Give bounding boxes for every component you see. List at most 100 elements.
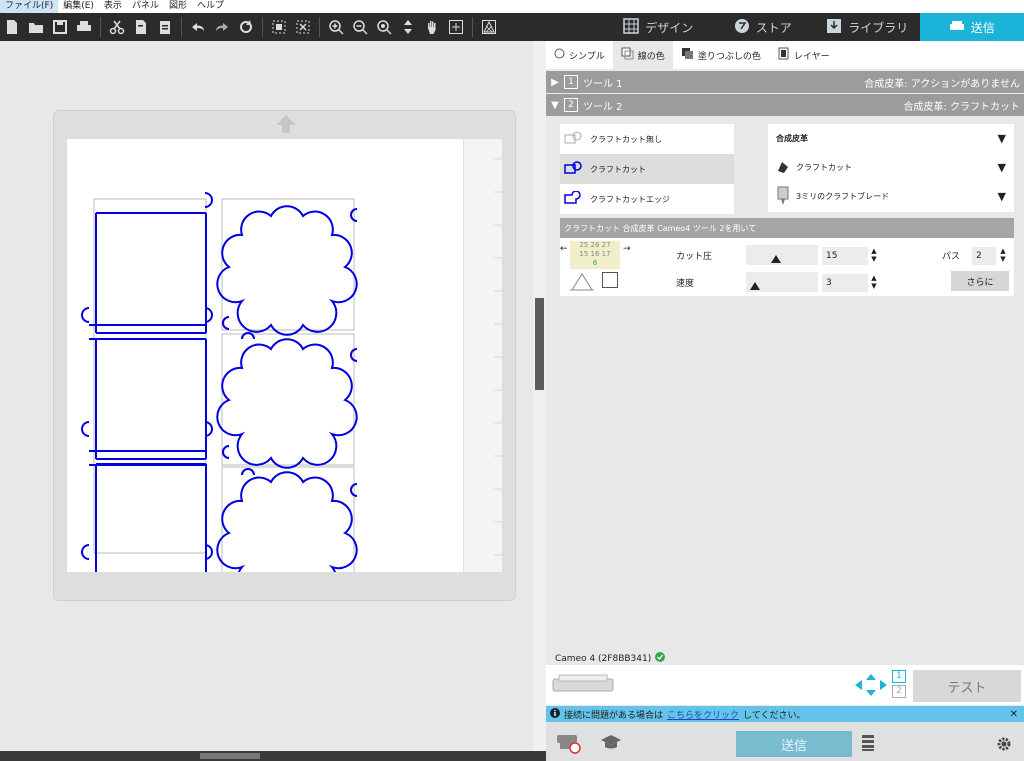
test-button[interactable]: テスト [913,670,1021,702]
force-slider[interactable] [746,245,818,265]
mat-load-arrow-icon [276,115,296,133]
craft-cut-icon [564,161,584,177]
force-value[interactable]: 15 [822,247,868,265]
move-arrows-icon[interactable] [853,673,889,700]
tab-store-label: ストア [755,20,792,35]
horizontal-scrollbar[interactable] [0,751,546,761]
redraw-icon[interactable] [235,16,257,38]
blade-select[interactable]: 3ミリのクラフトブレード ▼ [768,182,1014,211]
tab-layer-label: レイヤー [793,51,830,62]
tab-line-color-label: 線の色 [637,51,665,62]
menu-edit[interactable]: 編集(E) [58,0,99,13]
menu-file[interactable]: ファイル(F) [0,0,59,13]
print-icon[interactable] [73,16,95,38]
menu-bar: ファイル(F) 編集(E) 表示 パネル 図形 ヘルプ [0,0,1024,13]
cut-option-none[interactable]: クラフトカット無し [560,124,734,154]
tab-fill-color[interactable]: 塗りつぶしの色 [673,41,769,69]
paste-icon[interactable] [154,16,176,38]
save-icon[interactable] [49,16,71,38]
cutter-history-icon[interactable] [556,732,582,757]
force-label: カット圧 [676,252,713,262]
open-folder-icon[interactable] [25,16,47,38]
speed-slider[interactable] [746,272,818,292]
force-speed-grid[interactable]: 25 26 27 15 16 17 6 [570,241,620,269]
main-nav-tabs: デザイン ストア ライブラリ 送信 [606,13,1024,41]
cut-settings: ← 25 26 27 15 16 17 6 → カット圧 15 ▲ ▼ パス 2 … [560,238,1014,296]
redo-icon[interactable] [211,16,233,38]
tool-1-label: ツール 1 [583,78,623,90]
tool-2-slot[interactable]: 2 [892,685,906,698]
tab-layer[interactable]: レイヤー [769,41,838,69]
undo-icon[interactable] [187,16,209,38]
new-file-icon[interactable] [1,16,23,38]
pass-value[interactable]: 2 [972,247,996,265]
send-button[interactable]: 送信 [736,731,852,757]
menu-view[interactable]: 表示 [99,0,127,13]
tab-simple[interactable]: シンプル [546,41,613,69]
cutter-machine-icon[interactable] [551,673,615,698]
tool-1-slot[interactable]: 1 [892,670,906,683]
dropdown-arrow-icon: ▼ [997,190,1006,203]
cut-option-craft-cut-edge[interactable]: クラフトカットエッジ [560,184,734,214]
cut-option-craft-cut[interactable]: クラフトカット [560,154,734,184]
left-arrow-icon[interactable]: ← [560,244,568,254]
action-select[interactable]: クラフトカット ▼ [768,153,1014,182]
tab-library[interactable]: ライブラリ [815,13,920,41]
tool-2-row[interactable]: ▼ 2 ツール 2 合成皮革: クラフトカット [546,94,1024,116]
cut-scissors-icon[interactable] [106,16,128,38]
force-spinner[interactable]: ▲ ▼ [869,247,879,263]
menu-panel[interactable]: パネル [127,0,164,13]
speed-spinner[interactable]: ▲ ▼ [869,274,879,290]
menu-shape[interactable]: 図形 [164,0,192,13]
speed-value[interactable]: 3 [822,274,868,292]
tab-library-label: ライブラリ [848,20,909,35]
more-button[interactable]: さらに [951,271,1009,291]
design-artwork[interactable] [67,139,463,572]
square-toggle[interactable] [602,272,618,288]
pan-hand-icon[interactable] [421,16,443,38]
tab-send[interactable]: 送信 [919,13,1024,41]
grid-row-1: 25 26 27 [579,241,611,249]
pass-spinner[interactable]: ▲ ▼ [998,247,1008,263]
queue-list-icon[interactable] [861,734,875,755]
vertical-scroll-thumb[interactable] [535,298,544,390]
tab-store[interactable]: ストア [710,13,815,41]
connection-info-bar: 接続に問題がある場合は こちらをクリック してください。 ✕ [546,706,1024,722]
fill-color-icon [681,47,694,63]
close-icon[interactable]: ✕ [1010,709,1024,720]
tool-2-status: 合成皮革: クラフトカット [903,101,1020,113]
info-icon [550,707,560,721]
toolbar-divider [262,17,263,37]
tool-1-row[interactable]: ▶ 1 ツール 1 合成皮革: アクションがありません [546,71,1024,93]
speed-slider-thumb[interactable] [749,282,760,290]
help-link[interactable]: こちらをクリック [667,708,739,721]
move-arrows-icon[interactable] [397,16,419,38]
gear-icon[interactable] [996,736,1012,755]
radio-circle-icon [554,48,565,62]
zoom-drag-icon[interactable] [373,16,395,38]
select-all-icon[interactable] [268,16,290,38]
fit-page-icon[interactable] [445,16,467,38]
force-slider-thumb[interactable] [770,255,781,263]
deselect-icon[interactable] [292,16,314,38]
copy-icon[interactable] [130,16,152,38]
mat-ruler [463,139,503,572]
vertical-scrollbar[interactable] [533,41,546,751]
material-select[interactable]: 合成皮革 ▼ [768,124,1014,153]
toolbar-divider [100,17,101,37]
triangle-icon[interactable] [570,272,594,295]
dropdown-arrow-icon: ▼ [997,161,1006,174]
toolbar-divider [472,17,473,37]
zoom-out-icon[interactable] [349,16,371,38]
graduation-cap-icon[interactable] [600,734,622,755]
tab-design[interactable]: デザイン [606,13,711,41]
pixscan-icon[interactable] [478,16,500,38]
horizontal-scroll-thumb[interactable] [200,753,260,759]
zoom-in-icon[interactable] [325,16,347,38]
menu-help[interactable]: ヘルプ [192,0,229,13]
grid-row-3: 6 [592,259,598,267]
tab-line-color[interactable]: 線の色 [612,41,673,69]
collapse-arrow-icon: ▼ [551,99,559,111]
send-mode-tabs: シンプル 線の色 塗りつぶしの色 レイヤー [546,41,1024,69]
right-arrow-icon[interactable]: → [623,244,631,254]
